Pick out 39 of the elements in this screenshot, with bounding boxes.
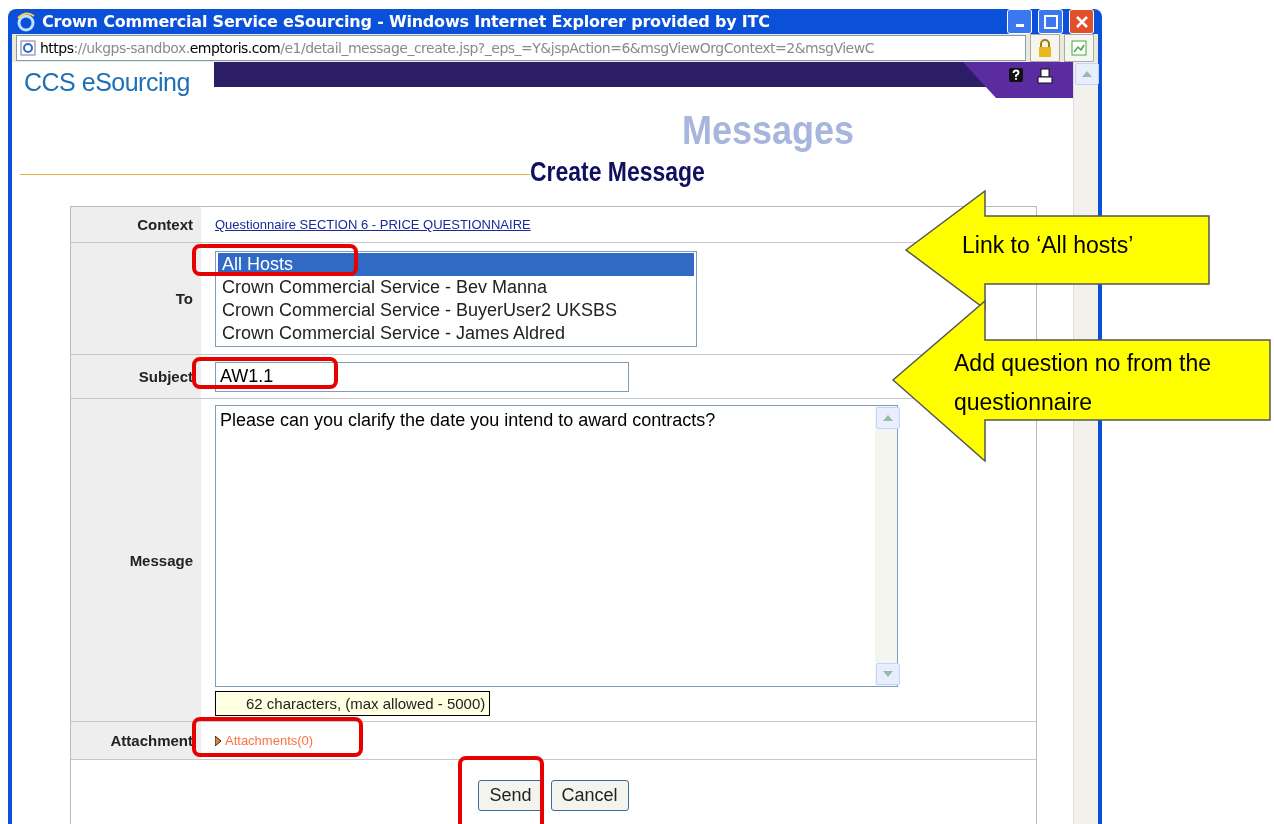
recipient-list[interactable]: All Hosts Crown Commercial Service - Bev Manna Crown Commercial Service - BuyerUser2 UKSBS Crown Commercial Service - James Aldred bbox=[215, 250, 697, 347]
maximize-button[interactable] bbox=[1038, 9, 1063, 34]
brand-name: CCS eSourcing bbox=[23, 67, 191, 98]
printer-icon[interactable] bbox=[1037, 68, 1053, 84]
subject-field[interactable]: AW1.1 bbox=[215, 361, 629, 392]
triangle-icon bbox=[215, 735, 221, 746]
minimize-button[interactable] bbox=[1007, 9, 1032, 34]
field-label: To bbox=[71, 243, 201, 354]
browser-logo-icon bbox=[16, 11, 36, 32]
callout-text: Link to ‘All hosts’ bbox=[962, 231, 1135, 260]
window-title: Crown Commercial Service eSourcing - Windows Internet Explorer provided by ITC bbox=[42, 12, 771, 31]
field-label: Context bbox=[71, 207, 201, 242]
message-field[interactable]: Please can you clarify the date you intend to award contracts? bbox=[215, 405, 898, 687]
lock-icon[interactable] bbox=[1030, 34, 1060, 62]
field-label: Attachment bbox=[71, 722, 201, 759]
field-label: Message bbox=[71, 399, 201, 721]
recipient-option[interactable]: Crown Commercial Service - Bev Manna bbox=[218, 275, 694, 299]
cancel-button[interactable]: Cancel bbox=[550, 780, 629, 811]
recipient-option[interactable]: All Hosts bbox=[218, 252, 694, 276]
maximize-icon bbox=[1043, 14, 1058, 29]
recipient-option[interactable]: Crown Commercial Service - BuyerUser2 UKSBS bbox=[218, 298, 694, 322]
picture-icon[interactable] bbox=[1064, 34, 1094, 62]
page-icon bbox=[20, 40, 36, 56]
close-button[interactable] bbox=[1069, 9, 1094, 34]
send-button[interactable]: Send bbox=[478, 780, 543, 811]
page-title: Create Message bbox=[530, 157, 705, 188]
url-text: emptoris.com bbox=[189, 40, 281, 56]
url-text: ://ukgps-sandbox. bbox=[73, 40, 190, 56]
section-title: Messages bbox=[682, 108, 855, 153]
context-link[interactable]: Questionnaire SECTION 6 - PRICE QUESTIONNAIRE bbox=[215, 217, 531, 232]
address-field[interactable]: https://ukgps-sandbox.emptoris.com/e1/detail_message_create.jsp?_eps_=Y&jspAction=6&msgViewOrgContext=2&msgViewC bbox=[16, 35, 1026, 61]
url-text: https bbox=[40, 40, 74, 56]
recipient-option[interactable]: Crown Commercial Service - James Aldred bbox=[218, 321, 694, 345]
help-icon[interactable] bbox=[1009, 68, 1023, 82]
close-icon bbox=[1074, 14, 1089, 29]
url-text: /e1/detail_message_create.jsp?_eps_=Y&jspAction=6&msgViewOrgContext=2&msgViewC bbox=[280, 40, 874, 56]
callout-text: Add question no from the questionnaire bbox=[954, 349, 1212, 418]
minimize-icon bbox=[1015, 24, 1024, 27]
character-count-tooltip: 62 characters, (max allowed - 5000) bbox=[215, 691, 491, 716]
